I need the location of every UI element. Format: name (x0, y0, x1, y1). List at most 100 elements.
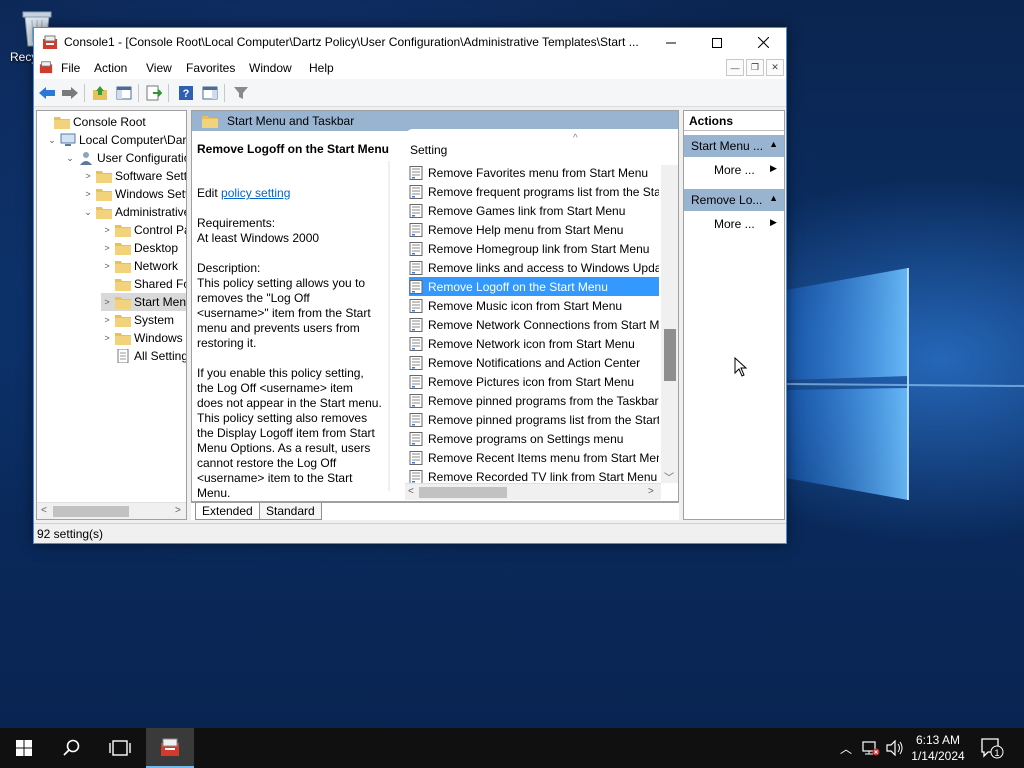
description-vertical-scrollbar[interactable]: ︿ ﹀ (388, 161, 390, 491)
setting-row[interactable]: Remove Music icon from Start Menu (409, 296, 659, 315)
maximize-button[interactable] (694, 28, 740, 57)
tree-horizontal-scrollbar[interactable]: < > (37, 502, 186, 519)
expand-chevron-icon[interactable]: > (101, 333, 113, 343)
expand-chevron-icon[interactable]: ⌄ (64, 153, 76, 164)
tree-item[interactable]: ⌄ User Configuration (64, 149, 186, 167)
clock[interactable]: 6:13 AM 1/14/2024 (906, 732, 970, 764)
forward-button[interactable] (60, 83, 80, 103)
setting-row[interactable]: Remove Help menu from Start Menu (409, 220, 659, 239)
tree-item[interactable]: > Start Menu and Taskbar (101, 293, 186, 311)
menu-file[interactable]: File (61, 61, 80, 75)
mmc-menu-icon[interactable] (39, 60, 53, 74)
actions-section-start-menu[interactable]: Start Menu ... ▲ (684, 135, 784, 157)
actions-section-remove-logoff[interactable]: Remove Lo... ▲ (684, 189, 784, 211)
folder-icon (54, 117, 70, 129)
setting-row[interactable]: Remove Recent Items menu from Start Menu (409, 448, 659, 467)
tree-item[interactable]: > Windows Settings (82, 185, 186, 203)
scroll-down-icon[interactable]: ﹀ (664, 469, 674, 484)
show-hide-tree-button[interactable] (114, 83, 134, 103)
minimize-button[interactable] (648, 28, 694, 57)
tree-item[interactable]: ⌄ Local Computer\Dartz (46, 131, 186, 149)
scroll-thumb[interactable] (664, 329, 676, 381)
scroll-left-icon[interactable]: < (41, 505, 47, 516)
export-list-button[interactable] (144, 83, 164, 103)
tree-item[interactable]: > System (101, 311, 174, 329)
view-tabs: Extended Standard (191, 502, 679, 520)
list-horizontal-scrollbar[interactable]: < > (405, 483, 661, 500)
expand-chevron-icon[interactable]: > (101, 261, 113, 271)
forward-arrow-icon (62, 87, 78, 99)
tree-item[interactable]: > Software Settings (82, 167, 186, 185)
mdi-restore-button[interactable]: ❐ (746, 59, 764, 76)
scroll-right-icon[interactable]: > (648, 486, 654, 497)
scroll-thumb[interactable] (419, 487, 507, 498)
setting-row[interactable]: Remove Pictures icon from Start Menu (409, 372, 659, 391)
edit-prefix: Edit (197, 186, 218, 200)
expand-chevron-icon[interactable]: > (101, 297, 113, 307)
tree-item[interactable]: > Control Panel (101, 221, 186, 239)
actions-more-start-menu[interactable]: More ... ▶ (714, 163, 777, 177)
taskbar-mmc-button[interactable] (146, 728, 194, 768)
column-header-setting[interactable]: Setting (410, 143, 447, 157)
setting-row[interactable]: Remove Logoff on the Start Menu (409, 277, 659, 296)
setting-row[interactable]: Remove Notifications and Action Center (409, 353, 659, 372)
menu-help[interactable]: Help (309, 61, 334, 75)
collapse-up-icon[interactable]: ▲ (769, 139, 778, 149)
setting-row[interactable]: Remove Network Connections from Start Me… (409, 315, 659, 334)
expand-chevron-icon[interactable]: > (82, 189, 94, 199)
expand-chevron-icon[interactable]: > (101, 225, 113, 235)
show-hide-action-pane-button[interactable] (200, 83, 220, 103)
filter-icon (234, 87, 248, 99)
tab-extended[interactable]: Extended (195, 503, 260, 520)
up-one-level-button[interactable] (90, 83, 110, 103)
setting-row[interactable]: Remove Homegroup link from Start Menu (409, 239, 659, 258)
menu-view[interactable]: View (146, 61, 172, 75)
setting-row[interactable]: Remove pinned programs list from the Sta… (409, 410, 659, 429)
list-vertical-scrollbar[interactable]: ﹀ (661, 165, 678, 484)
expand-chevron-icon[interactable]: ⌄ (82, 207, 94, 218)
tree-item[interactable]: > Network (101, 257, 178, 275)
scroll-right-icon[interactable]: > (175, 505, 181, 516)
search-button[interactable] (48, 728, 96, 768)
tab-standard[interactable]: Standard (259, 503, 322, 520)
start-button[interactable] (0, 728, 48, 768)
help-button[interactable]: ? (176, 83, 196, 103)
setting-row[interactable]: Remove Favorites menu from Start Menu (409, 163, 659, 182)
expand-chevron-icon[interactable]: > (101, 243, 113, 253)
scroll-left-icon[interactable]: < (408, 486, 414, 497)
setting-row[interactable]: Remove programs on Settings menu (409, 429, 659, 448)
setting-row[interactable]: Remove Network icon from Start Menu (409, 334, 659, 353)
mdi-minimize-button[interactable]: — (726, 59, 744, 76)
network-icon[interactable] (862, 740, 880, 756)
close-button[interactable] (740, 28, 786, 57)
setting-row[interactable]: Remove frequent programs list from the S… (409, 182, 659, 201)
tree-item[interactable]: Shared Folders (101, 275, 186, 293)
menu-favorites[interactable]: Favorites (186, 61, 235, 75)
filter-button[interactable] (231, 83, 251, 103)
show-hidden-icons-button[interactable]: ︿ (840, 740, 852, 757)
menu-window[interactable]: Window (249, 61, 292, 75)
task-view-button[interactable] (96, 728, 144, 768)
setting-row[interactable]: Remove links and access to Windows Updat… (409, 258, 659, 277)
tree-item[interactable]: > Windows Components (101, 329, 186, 347)
volume-icon[interactable] (886, 740, 904, 756)
tree-item[interactable]: All Settings (101, 347, 186, 365)
action-center-button[interactable]: 1 (980, 737, 1006, 764)
menu-action[interactable]: Action (94, 61, 127, 75)
scroll-thumb[interactable] (53, 506, 129, 517)
back-button[interactable] (37, 83, 57, 103)
tree-item[interactable]: > Desktop (101, 239, 178, 257)
setting-row[interactable]: Remove Games link from Start Menu (409, 201, 659, 220)
mdi-close-button[interactable]: ✕ (766, 59, 784, 76)
expand-chevron-icon[interactable]: > (101, 315, 113, 325)
title-bar[interactable]: Console1 - [Console Root\Local Computer\… (34, 28, 786, 57)
setting-label: Remove Logoff on the Start Menu (428, 279, 608, 294)
collapse-up-icon[interactable]: ▲ (769, 193, 778, 203)
expand-chevron-icon[interactable]: > (82, 171, 94, 181)
tree-item[interactable]: Console Root (40, 113, 146, 131)
edit-policy-setting-link[interactable]: policy setting (221, 186, 290, 200)
setting-row[interactable]: Remove pinned programs from the Taskbar (409, 391, 659, 410)
tree-item[interactable]: ⌄ Administrative Templates (82, 203, 186, 221)
actions-more-remove-logoff[interactable]: More ... ▶ (714, 217, 777, 231)
expand-chevron-icon[interactable]: ⌄ (46, 135, 58, 146)
